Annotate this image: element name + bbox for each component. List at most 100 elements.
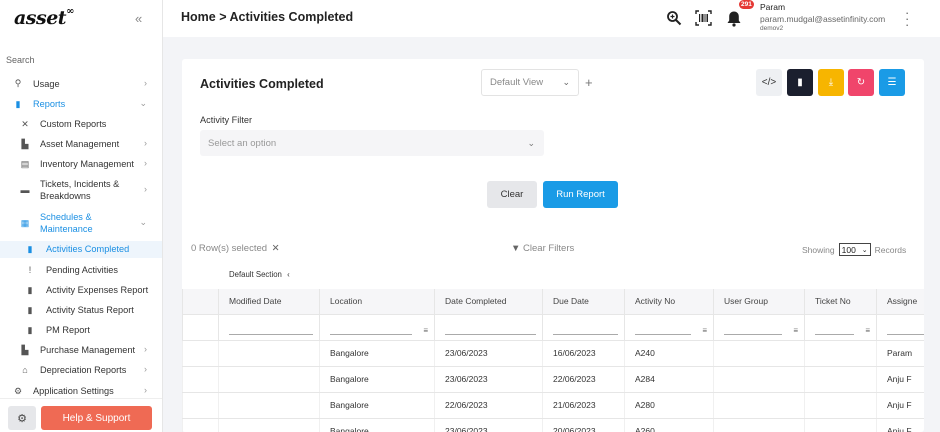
column-header[interactable]: Location xyxy=(319,289,435,315)
page-size-select[interactable]: 100 ⌄ xyxy=(838,243,871,256)
chevron-down-icon: ⌄ xyxy=(139,98,147,108)
column-header[interactable]: Modified Date xyxy=(218,289,320,315)
more-options-icon[interactable]: · · · xyxy=(905,6,909,31)
table-row[interactable]: Bangalore 23/06/2023 20/06/2023 A260 Anj… xyxy=(182,418,924,432)
table-row[interactable]: Bangalore 22/06/2023 21/06/2023 A280 Anj… xyxy=(182,392,924,419)
barcode-scan-icon[interactable] xyxy=(694,9,712,27)
user-org: demov2 xyxy=(760,25,784,32)
doc-icon: ▮ xyxy=(27,284,33,295)
chevron-down-icon: ⌄ xyxy=(527,137,535,148)
sidebar-item-purchase-management[interactable]: ▙ Purchase Management › xyxy=(0,342,162,358)
column-header[interactable]: Activity No xyxy=(624,289,714,315)
download-icon: ⤓ xyxy=(828,77,834,88)
chevron-down-icon: ⌄ xyxy=(139,217,147,227)
gear-icon: ⚙ xyxy=(17,412,27,425)
column-header[interactable]: Assigne xyxy=(876,289,924,315)
section-bar: Default Section ‹ xyxy=(182,262,924,289)
sidebar-item-custom-reports[interactable]: ✕ Custom Reports xyxy=(0,116,162,132)
doc-icon: ▮ xyxy=(27,324,33,335)
chart-icon: ▤ xyxy=(20,158,30,169)
table-row[interactable]: Bangalore 23/06/2023 22/06/2023 A284 Anj… xyxy=(182,366,924,393)
sidebar-item-schedules-maintenance[interactable]: ▦ Schedules & Maintenance ⌄ xyxy=(0,209,162,237)
filter-lines-icon[interactable]: ≡ xyxy=(865,326,870,335)
filter-row: ≡ ≡ ≡ ≡ xyxy=(182,314,924,341)
filter-icon: ▼ xyxy=(511,243,521,254)
settings-icon: ⚙ xyxy=(13,385,23,396)
chevron-right-icon: › xyxy=(144,364,147,374)
column-header[interactable]: Ticket No xyxy=(804,289,877,315)
report-table: Modified Date Location Date Completed Du… xyxy=(182,289,924,432)
collapse-sidebar-icon[interactable]: « xyxy=(135,11,142,26)
sidebar-item-depreciation-reports[interactable]: ⌂ Depreciation Reports › xyxy=(0,362,162,378)
activity-filter-label: Activity Filter xyxy=(200,115,253,125)
clipboard-icon: ▮ xyxy=(15,98,21,109)
home-icon: ⌂ xyxy=(22,365,28,375)
sidebar-item-tickets[interactable]: ▬ Tickets, Incidents & Breakdowns › xyxy=(0,176,162,204)
clear-button[interactable]: Clear xyxy=(487,181,537,208)
column-filter-input[interactable] xyxy=(542,314,625,341)
table-row[interactable]: Bangalore 23/06/2023 16/06/2023 A240 Par… xyxy=(182,340,924,367)
sliders-icon: ☰ xyxy=(887,77,897,88)
code-view-button[interactable]: </> xyxy=(756,69,782,96)
sidebar-item-usage[interactable]: ⚲ Usage › xyxy=(0,76,162,90)
add-view-icon[interactable]: + xyxy=(585,75,593,90)
user-name[interactable]: Param xyxy=(760,2,785,12)
help-support-button[interactable]: Help & Support xyxy=(41,406,152,430)
app-logo[interactable]: asset∞ xyxy=(14,6,74,29)
tools-icon: ✕ xyxy=(21,118,29,129)
sidebar-item-pm-report[interactable]: ▮ PM Report xyxy=(0,322,162,338)
sidebar-item-reports[interactable]: ▮ Reports ⌄ xyxy=(0,96,162,112)
sidebar-item-activity-expenses[interactable]: ▮ Activity Expenses Report xyxy=(0,282,162,298)
user-email: param.mudgal@assetinfinity.com xyxy=(760,14,886,24)
column-filter-input[interactable]: ≡ xyxy=(319,314,435,341)
chevron-left-icon: ‹ xyxy=(287,270,290,279)
column-header[interactable]: Date Completed xyxy=(434,289,543,315)
chevron-down-icon: ⌄ xyxy=(562,77,570,87)
document-button[interactable]: ▮ xyxy=(787,69,813,96)
cart-icon: ▙ xyxy=(21,344,29,355)
calendar-icon: ▦ xyxy=(20,217,30,228)
search-zoom-icon[interactable] xyxy=(665,9,683,27)
page-size-control: Showing 100 ⌄ Records xyxy=(802,243,907,256)
refresh-button[interactable]: ↻ xyxy=(848,69,874,96)
column-filter-input[interactable]: ≡ xyxy=(713,314,805,341)
sidebar-item-asset-management[interactable]: ▙ Asset Management › xyxy=(0,136,162,152)
settings-sliders-button[interactable]: ☰ xyxy=(879,69,905,96)
clear-selection-icon[interactable]: ✕ xyxy=(272,243,280,254)
building-icon: ▙ xyxy=(21,138,29,149)
filter-lines-icon[interactable]: ≡ xyxy=(702,326,707,335)
default-section-label[interactable]: Default Section ‹ xyxy=(229,270,290,279)
filter-lines-icon[interactable]: ≡ xyxy=(423,326,428,335)
sidebar-item-pending-activities[interactable]: ! Pending Activities xyxy=(0,262,162,278)
sidebar-item-application-settings[interactable]: ⚙ Application Settings › xyxy=(0,382,162,396)
download-button[interactable]: ⤓ xyxy=(818,69,844,96)
sidebar-item-inventory-management[interactable]: ▤ Inventory Management › xyxy=(0,156,162,172)
view-select[interactable]: Default View ⌄ xyxy=(481,69,579,96)
chevron-right-icon: › xyxy=(144,344,147,354)
sidebar-item-activities-completed[interactable]: ▮ Activities Completed xyxy=(0,241,162,258)
data-grid: Default Section ‹ Modified Date Location… xyxy=(182,262,924,432)
sidebar-item-activity-status[interactable]: ▮ Activity Status Report xyxy=(0,302,162,318)
clear-filters-button[interactable]: ▼ Clear Filters xyxy=(511,243,574,254)
code-icon: </> xyxy=(761,77,777,88)
chevron-right-icon: › xyxy=(144,184,147,194)
settings-button[interactable]: ⚙ xyxy=(8,406,36,430)
sidebar-search-input[interactable]: Search xyxy=(6,55,35,65)
exclamation-icon: ! xyxy=(28,265,32,275)
activity-filter-select[interactable]: Select an option ⌄ xyxy=(200,130,544,156)
notification-bell-icon[interactable] xyxy=(725,9,743,27)
column-filter-input[interactable] xyxy=(434,314,543,341)
column-header[interactable]: User Group xyxy=(713,289,805,315)
top-header: Home > Activities Completed 291 Param pa… xyxy=(163,0,940,37)
filter-lines-icon[interactable]: ≡ xyxy=(793,326,798,335)
chevron-right-icon: › xyxy=(144,385,147,395)
chevron-down-icon: ⌄ xyxy=(861,246,868,254)
run-report-button[interactable]: Run Report xyxy=(543,181,618,208)
column-filter-input[interactable] xyxy=(218,314,320,341)
column-filter-input[interactable]: ≡ xyxy=(804,314,877,341)
sidebar-footer: ⚙ Help & Support xyxy=(0,398,162,432)
column-header[interactable]: Due Date xyxy=(542,289,625,315)
column-filter-input[interactable]: ≡ xyxy=(624,314,714,341)
column-filter-input[interactable] xyxy=(876,314,924,341)
ticket-icon: ▬ xyxy=(20,185,30,195)
